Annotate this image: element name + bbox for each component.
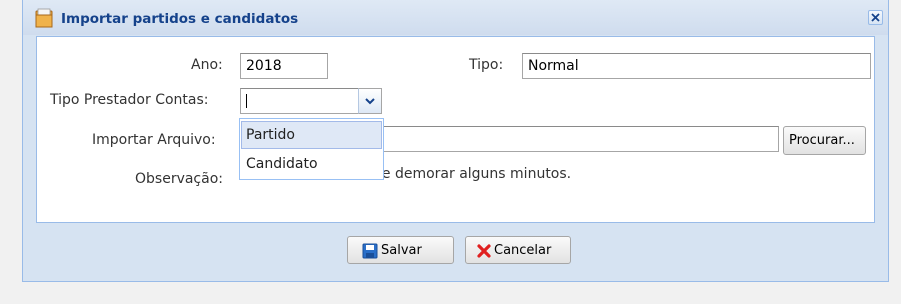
folder-icon [35,8,53,28]
close-icon [871,13,880,22]
save-label: Salvar [381,243,422,258]
importar-label: Importar Arquivo: [92,132,216,148]
dropdown-option-partido[interactable]: Partido [241,121,382,149]
cancel-label: Cancelar [494,243,552,258]
dialog-title: Importar partidos e candidatos [61,11,299,27]
dialog-titlebar[interactable]: Importar partidos e candidatos [23,0,888,35]
dropdown-option-candidato[interactable]: Candidato [241,150,382,178]
save-icon [362,243,378,263]
ano-field[interactable]: 2018 [240,53,328,79]
tipo-prestador-trigger[interactable] [358,88,382,114]
observacao-text: de demorar alguns minutos. [373,166,572,182]
procurar-label: Procurar... [789,133,855,148]
tipo-field[interactable]: Normal [522,53,871,79]
tipo-prestador-dropdown: Partido Candidato [239,118,384,180]
procurar-button[interactable]: Procurar... [783,126,866,155]
ano-label: Ano: [191,57,223,73]
tipo-label: Tipo: [469,57,504,73]
form-panel: Ano: 2018 Tipo: Normal Tipo Prestador Co… [36,36,875,223]
import-dialog: Importar partidos e candidatos Ano: 2018… [22,0,889,282]
cancel-button[interactable]: Cancelar [465,236,571,264]
text-caret [246,94,247,108]
save-button[interactable]: Salvar [347,236,454,264]
cancel-icon [476,243,492,263]
tipo-prestador-label: Tipo Prestador Contas: [50,92,209,108]
tipo-prestador-combo[interactable] [240,88,359,114]
observacao-label: Observação: [135,171,223,187]
close-button[interactable] [868,10,883,25]
chevron-down-icon [365,98,375,105]
